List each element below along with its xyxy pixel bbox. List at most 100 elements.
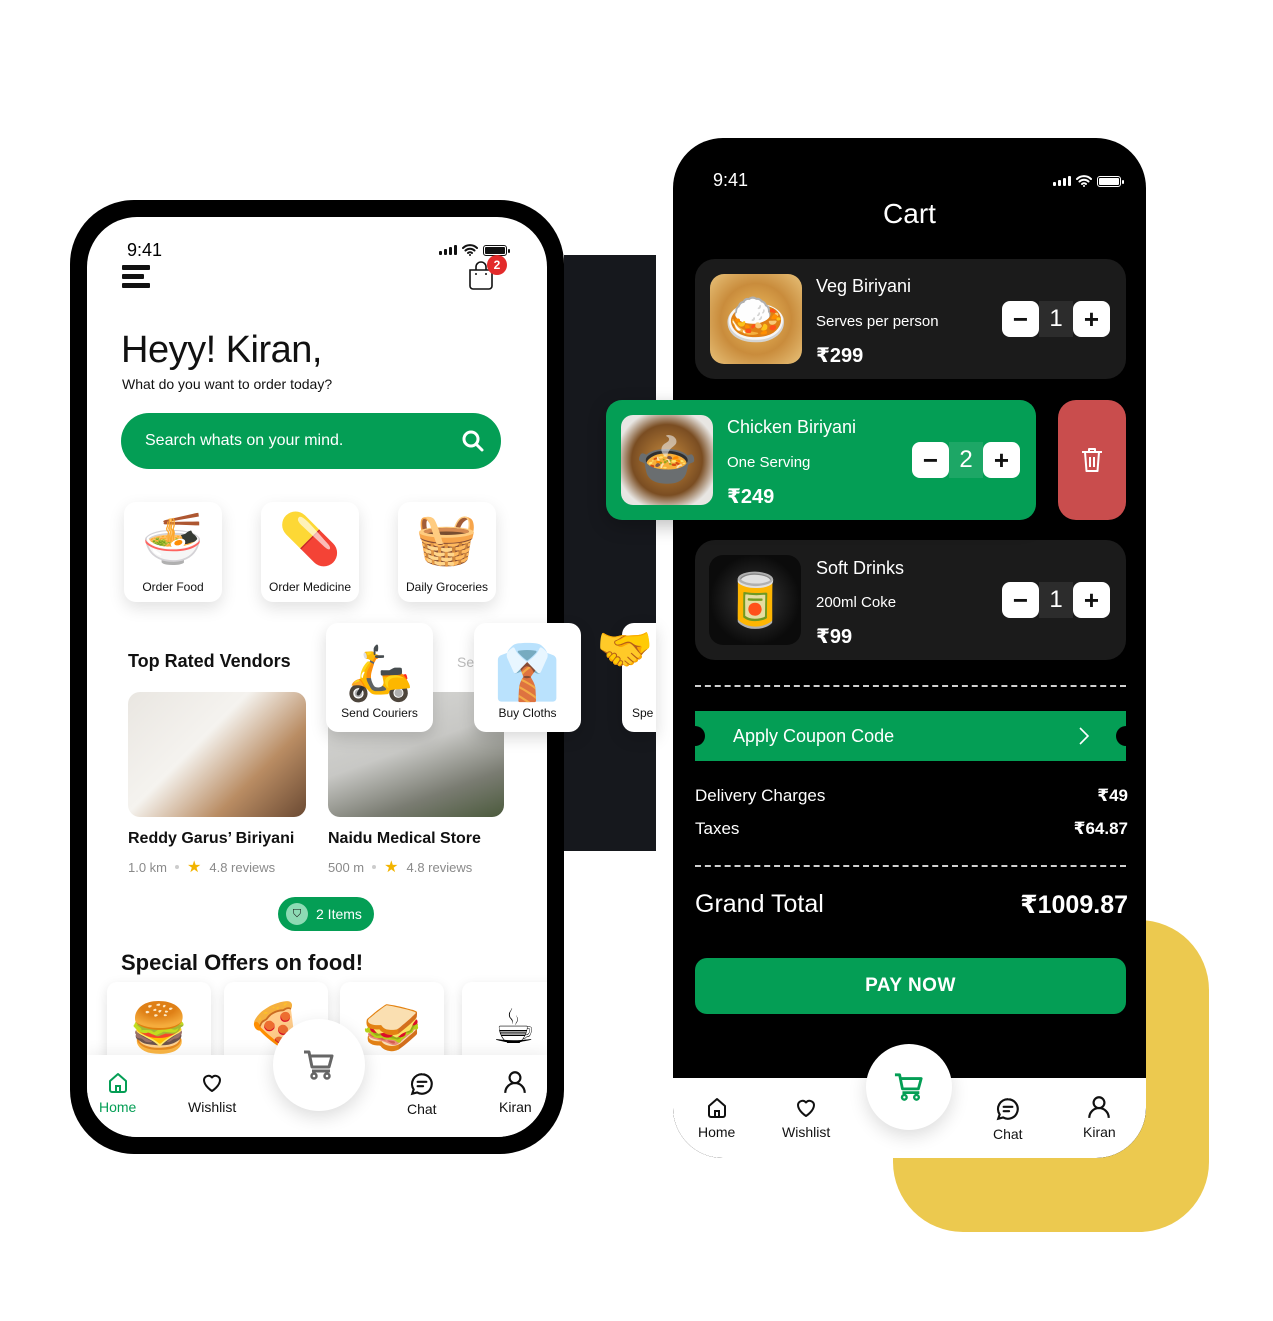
vendor-meta: 1.0 km ★ 4.8 reviews <box>128 857 275 877</box>
category-label: Daily Groceries <box>405 580 489 594</box>
category-order-food[interactable]: 🍜 Order Food <box>124 502 222 602</box>
vendor-distance: 500 m <box>328 859 365 875</box>
cart-item-swiped: 🍲 Chicken Biriyani One Serving ₹249 − 2 … <box>606 400 1036 520</box>
cart-phone: 9:41 Cart 🍛 Veg Biriyani Serves per pers… <box>673 138 1146 1158</box>
wifi-icon <box>1076 175 1092 187</box>
item-name: Soft Drinks <box>816 558 905 578</box>
trash-icon <box>1082 448 1102 472</box>
divider <box>695 685 1126 687</box>
quantity-value: 1 <box>1039 582 1073 618</box>
chat-icon <box>410 1073 433 1096</box>
vendor-name[interactable]: Naidu Medical Store <box>328 830 481 848</box>
search-input[interactable]: Search whats on your mind. <box>145 432 343 450</box>
category-daily-groceries[interactable]: 🧺 Daily Groceries <box>398 502 496 602</box>
vendor-image-biriyani[interactable] <box>128 692 306 817</box>
menu-icon[interactable] <box>122 265 150 292</box>
home-icon <box>707 1098 726 1118</box>
cart-fab-button[interactable] <box>273 1019 365 1111</box>
nav-home[interactable]: Home <box>99 1071 136 1115</box>
search-icon[interactable] <box>461 429 485 453</box>
increment-button[interactable]: + <box>1073 582 1110 618</box>
grand-total-value: ₹1009.87 <box>1020 891 1128 919</box>
category-buy-cloths[interactable]: 👔 Buy Cloths <box>474 623 581 732</box>
category-label: Spe <box>632 706 654 720</box>
apply-coupon-button[interactable]: Apply Coupon Code <box>685 711 1136 761</box>
decrement-button[interactable]: − <box>1002 582 1039 618</box>
item-desc: Serves per person <box>816 313 939 330</box>
top-rated-title: Top Rated Vendors <box>128 651 291 671</box>
nav-profile[interactable]: Kiran <box>499 1069 532 1115</box>
category-label: Order Medicine <box>268 580 352 594</box>
category-label: Send Couriers <box>341 706 418 720</box>
decrement-button[interactable]: − <box>1002 301 1039 337</box>
separator-dot <box>372 865 377 869</box>
vendor-rating: 4.8 reviews <box>209 859 276 875</box>
coffee-icon: ☕ <box>492 1001 536 1054</box>
category-label: Order Food <box>142 580 204 594</box>
vendor-name[interactable]: Reddy Garus’ Biriyani <box>128 830 294 848</box>
increment-button[interactable]: + <box>983 442 1020 478</box>
nav-wishlist[interactable]: Wishlist <box>188 1071 236 1115</box>
quantity-stepper: − 2 + <box>912 442 1020 478</box>
vendor-distance: 1.0 km <box>128 859 168 875</box>
decrement-button[interactable]: − <box>912 442 949 478</box>
item-price: ₹299 <box>816 345 864 367</box>
grand-total-label: Grand Total <box>695 890 824 918</box>
nav-chat[interactable]: Chat <box>407 1071 437 1117</box>
taxes-row: Taxes ₹64.87 <box>695 819 1128 839</box>
category-order-medicine[interactable]: 💊 Order Medicine <box>261 502 359 602</box>
ticket-notch <box>1116 726 1136 746</box>
quantity-stepper: − 1 + <box>1002 582 1110 618</box>
bag-icon: ⛉ <box>286 903 308 925</box>
taxes-value: ₹64.87 <box>1073 819 1128 838</box>
cart-item: 🍛 Veg Biriyani Serves per person ₹299 − … <box>695 259 1126 379</box>
search-bar[interactable]: Search whats on your mind. <box>121 413 501 469</box>
user-icon <box>504 1071 527 1093</box>
grand-total-row: Grand Total ₹1009.87 <box>695 890 1128 920</box>
greeting-subtitle: What do you want to order today? <box>122 376 333 392</box>
nav-label: Chat <box>993 1126 1023 1142</box>
coupon-label: Apply Coupon Code <box>733 725 895 746</box>
delivery-label: Delivery Charges <box>695 786 826 805</box>
cart-icon <box>304 1050 334 1080</box>
chevron-right-icon <box>1079 727 1090 745</box>
cart-title: Cart <box>883 198 936 229</box>
items-count: 2 Items <box>316 906 362 922</box>
decorative-dark-panel <box>564 255 656 851</box>
cart-bag-button[interactable]: 2 <box>467 255 507 291</box>
star-icon: ★ <box>384 859 399 876</box>
item-price: ₹99 <box>816 626 853 648</box>
divider <box>695 865 1126 867</box>
nav-label: Home <box>99 1099 137 1115</box>
cart-badge: 2 <box>487 255 507 275</box>
battery-icon <box>483 244 510 256</box>
cart-items-pill[interactable]: ⛉ 2 Items <box>278 897 374 931</box>
signal-icon <box>1053 176 1071 186</box>
veg-biriyani-image: 🍛 <box>710 274 802 364</box>
category-label: Buy Cloths <box>498 706 557 720</box>
pay-now-button[interactable]: PAY NOW <box>695 958 1126 1014</box>
sandwich-icon: 🥪 <box>362 1001 422 1055</box>
delete-item-button[interactable] <box>1058 400 1126 520</box>
nav-label: Wishlist <box>188 1099 237 1115</box>
increment-button[interactable]: + <box>1073 301 1110 337</box>
shirt-icon: 👔 <box>493 643 562 703</box>
quantity-value: 1 <box>1039 301 1073 337</box>
item-desc: One Serving <box>727 454 811 471</box>
cart-fab-button[interactable] <box>866 1044 952 1130</box>
nav-label: Wishlist <box>782 1124 831 1140</box>
category-send-couriers[interactable]: 🛵 Send Couriers <box>326 623 433 732</box>
nav-label: Home <box>698 1124 736 1140</box>
special-offers-title: Special Offers on food! <box>121 950 364 975</box>
wifi-icon <box>462 244 478 256</box>
nav-home[interactable]: Home <box>698 1096 735 1140</box>
delivery-value: ₹49 <box>1097 786 1128 805</box>
burger-icon: 🍔 <box>129 1001 189 1055</box>
status-time: 9:41 <box>713 170 749 190</box>
nav-chat[interactable]: Chat <box>993 1096 1023 1142</box>
nav-profile[interactable]: Kiran <box>1083 1094 1116 1140</box>
nav-wishlist[interactable]: Wishlist <box>782 1096 830 1140</box>
see-all-link[interactable]: Se <box>457 654 474 670</box>
handshake-icon: 🤝 <box>596 623 654 675</box>
item-name: Veg Biriyani <box>816 276 912 296</box>
